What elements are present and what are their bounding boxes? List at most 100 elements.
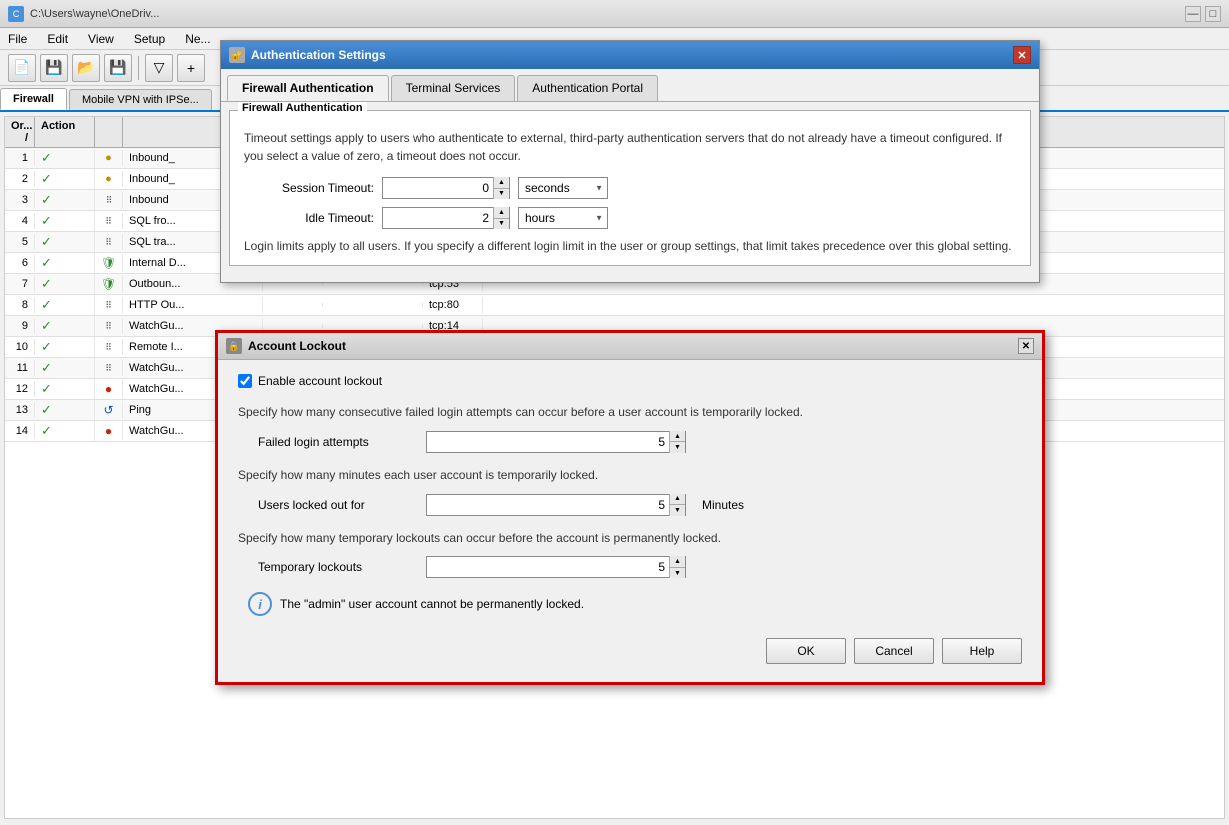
auth-section-box: Firewall Authentication Timeout settings… [229,110,1031,266]
auth-dialog-close-btn[interactable]: ✕ [1013,46,1031,64]
session-timeout-row: Session Timeout: ▲ ▼ seconds minutes hou… [244,177,1016,199]
cell-check: ✓ [35,421,95,441]
session-timeout-field[interactable] [383,178,493,198]
toolbar-btn-3[interactable]: 📂 [72,54,100,82]
ok-button[interactable]: OK [766,638,846,664]
cell-num: 5 [5,234,35,250]
auth-tab-firewall[interactable]: Firewall Authentication [227,75,389,101]
auth-dialog: 🔐 Authentication Settings ✕ Firewall Aut… [220,40,1040,283]
cell-type [263,324,323,328]
cell-icon: ⠿ [95,297,123,313]
failed-attempts-desc: Specify how many consecutive failed logi… [238,404,1022,421]
cell-check: ✓ [35,169,95,189]
session-timeout-down[interactable]: ▼ [494,189,509,200]
cell-name: HTTP Ou... [123,297,263,313]
failed-attempts-row: Failed login attempts ▲ ▼ [238,431,1022,453]
idle-timeout-spinbtns: ▲ ▼ [493,207,509,229]
cell-check: ✓ [35,400,95,420]
toolbar-btn-1[interactable]: 📄 [8,54,36,82]
enable-lockout-checkbox[interactable] [238,374,252,388]
lockout-close-btn[interactable]: ✕ [1018,338,1034,354]
lockout-title-text: Account Lockout [248,339,346,353]
bg-app-icon: C [8,6,24,22]
failed-attempts-label: Failed login attempts [258,435,418,449]
idle-timeout-down[interactable]: ▼ [494,219,509,230]
failed-attempts-field[interactable] [427,432,669,452]
menu-ne[interactable]: Ne... [181,30,214,48]
toolbar-btn-5[interactable]: ▽ [145,54,173,82]
cell-num: 6 [5,255,35,271]
session-timeout-unit-wrapper: seconds minutes hours [518,177,608,199]
lockout-titlebar: 🔒 Account Lockout ✕ [218,333,1042,360]
lockout-content: Enable account lockout Specify how many … [218,360,1042,682]
enable-lockout-label[interactable]: Enable account lockout [258,374,382,388]
temp-lockouts-up[interactable]: ▲ [670,556,685,568]
session-timeout-up[interactable]: ▲ [494,177,509,189]
auth-tab-portal[interactable]: Authentication Portal [517,75,658,101]
toolbar-btn-4[interactable]: 💾 [104,54,132,82]
temp-lockouts-row: Temporary lockouts ▲ ▼ [238,556,1022,578]
menu-edit[interactable]: Edit [43,30,72,48]
cell-icon: ⠿ [95,339,123,355]
bg-tab-firewall[interactable]: Firewall [0,88,67,110]
failed-attempts-input: ▲ ▼ [426,431,686,453]
cell-icon: 🛡 [95,254,123,272]
menu-file[interactable]: File [4,30,31,48]
cell-icon: 🛡 [95,275,123,293]
locked-out-field[interactable] [427,495,669,515]
locked-out-up[interactable]: ▲ [670,494,685,506]
cell-num: 2 [5,171,35,187]
auth-dialog-content: Firewall Authentication Timeout settings… [221,101,1039,282]
col-or: Or... / [5,117,35,147]
temp-lockouts-field[interactable] [427,557,669,577]
locked-out-down[interactable]: ▼ [670,505,685,516]
session-timeout-label: Session Timeout: [244,181,374,195]
cell-icon: ⠿ [95,360,123,376]
table-row[interactable]: 8 ✓ ⠿ HTTP Ou... tcp:80 [5,295,1224,316]
lockout-icon: 🔒 [226,338,242,354]
menu-view[interactable]: View [84,30,118,48]
bg-maximize-btn[interactable]: □ [1205,6,1221,22]
cell-check: ✓ [35,148,95,168]
idle-timeout-field[interactable] [383,208,493,228]
cell-check: ✓ [35,253,95,273]
auth-dialog-titlebar: 🔐 Authentication Settings ✕ [221,41,1039,69]
locked-out-desc: Specify how many minutes each user accou… [238,467,1022,484]
locked-out-label: Users locked out for [258,498,418,512]
idle-timeout-row: Idle Timeout: ▲ ▼ seconds minutes hours [244,207,1016,229]
auth-tab-terminal[interactable]: Terminal Services [391,75,516,101]
cell-num: 3 [5,192,35,208]
temp-lockouts-down[interactable]: ▼ [670,568,685,579]
cell-icon: ⠿ [95,318,123,334]
lockout-title-left: 🔒 Account Lockout [226,338,346,354]
enable-lockout-row: Enable account lockout [238,374,1022,388]
idle-timeout-input: ▲ ▼ [382,207,510,229]
bg-minimize-btn[interactable]: — [1185,6,1201,22]
idle-timeout-label: Idle Timeout: [244,211,374,225]
cell-ip [323,324,423,328]
toolbar-sep [138,56,139,80]
auth-dialog-icon: 🔐 [229,47,245,63]
bg-titlebar: C C:\Users\wayne\OneDriv... — □ [0,0,1229,28]
auth-login-limit-desc: Login limits apply to all users. If you … [244,237,1016,255]
bg-tab-vpn[interactable]: Mobile VPN with IPSe... [69,89,212,110]
auth-dialog-title-left: 🔐 Authentication Settings [229,47,386,63]
info-icon: i [248,592,272,616]
session-timeout-unit[interactable]: seconds minutes hours [518,177,608,199]
toolbar-btn-2[interactable]: 💾 [40,54,68,82]
lockout-buttons: OK Cancel Help [238,628,1022,668]
failed-attempts-down[interactable]: ▼ [670,442,685,453]
cell-check: ✓ [35,211,95,231]
cancel-button[interactable]: Cancel [854,638,934,664]
help-button[interactable]: Help [942,638,1022,664]
idle-timeout-unit[interactable]: seconds minutes hours [518,207,608,229]
toolbar-btn-6[interactable]: + [177,54,205,82]
failed-attempts-up[interactable]: ▲ [670,431,685,443]
idle-timeout-up[interactable]: ▲ [494,207,509,219]
session-timeout-input: ▲ ▼ [382,177,510,199]
cell-check: ✓ [35,316,95,336]
cell-check: ✓ [35,358,95,378]
menu-setup[interactable]: Setup [130,30,169,48]
cell-icon: ● [95,422,123,440]
cell-icon: ● [95,380,123,398]
